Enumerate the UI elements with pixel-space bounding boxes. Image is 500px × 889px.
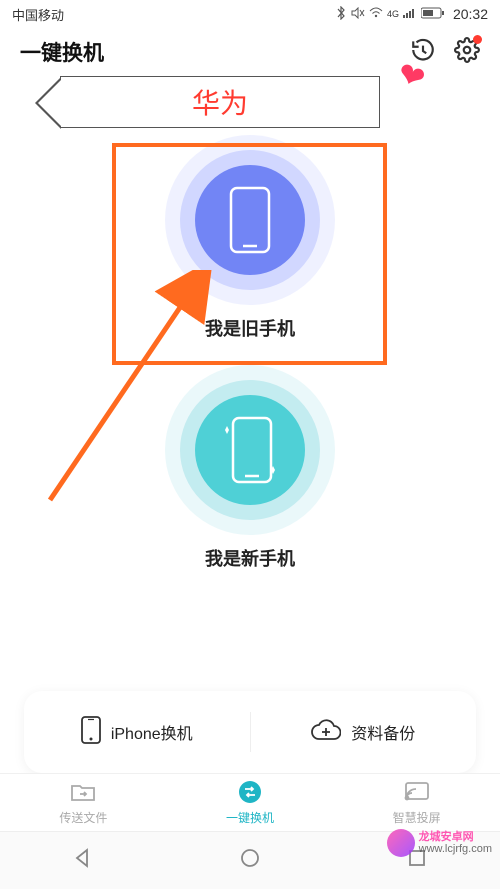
tab-bar: 传送文件 一键换机 智慧投屏	[0, 773, 500, 831]
callout-label: 华为	[192, 82, 248, 122]
new-phone-option[interactable]: 我是新手机	[165, 365, 335, 571]
iphone-transfer-button[interactable]: iPhone换机	[24, 691, 250, 773]
watermark: 龙城安卓网 www.lcjrfg.com	[387, 829, 492, 857]
old-phone-option[interactable]: 我是旧手机	[165, 135, 335, 341]
gear-icon	[454, 50, 480, 67]
old-phone-label: 我是旧手机	[205, 315, 295, 341]
status-icons: 4G 20:32	[335, 6, 488, 23]
annotation-callout: 华为	[60, 76, 380, 128]
folder-arrow-icon	[70, 780, 96, 807]
status-bar: 中国移动 4G 20:32	[0, 0, 500, 28]
watermark-logo	[387, 829, 415, 857]
new-phone-label: 我是新手机	[205, 545, 295, 571]
watermark-url: www.lcjrfg.com	[419, 843, 492, 855]
tab-phone-clone[interactable]: 一键换机	[167, 774, 334, 831]
page-title: 一键换机	[20, 37, 104, 67]
carrier-label: 中国移动	[12, 5, 64, 24]
notification-dot	[473, 35, 482, 44]
swap-icon	[237, 780, 263, 807]
tab-send-files[interactable]: 传送文件	[0, 774, 167, 831]
main-content: 我是旧手机 我是新手机	[0, 135, 500, 595]
backup-label: 资料备份	[351, 720, 415, 744]
tab-smart-cast[interactable]: 智慧投屏	[333, 774, 500, 831]
nav-home-icon[interactable]	[239, 847, 261, 874]
tab-clone-label: 一键换机	[226, 809, 274, 826]
bottom-actions-card: iPhone换机 资料备份	[24, 691, 476, 773]
watermark-name: 龙城安卓网	[419, 831, 492, 843]
bluetooth-icon	[335, 6, 347, 23]
iphone-icon	[81, 716, 101, 749]
phone-icon	[229, 186, 271, 254]
cloud-plus-icon	[311, 719, 341, 746]
iphone-transfer-label: iPhone换机	[111, 720, 193, 744]
tab-cast-label: 智慧投屏	[393, 809, 441, 826]
time-label: 20:32	[453, 6, 488, 22]
signal-icon	[403, 7, 417, 22]
cast-icon	[404, 780, 430, 807]
wifi-icon	[369, 7, 383, 22]
network-label: 4G	[387, 9, 399, 19]
tab-send-label: 传送文件	[59, 809, 107, 826]
phone-sparkle-icon	[225, 416, 275, 484]
battery-icon	[421, 7, 445, 22]
mute-icon	[351, 7, 365, 22]
settings-button[interactable]	[454, 37, 480, 68]
backup-button[interactable]: 资料备份	[251, 691, 477, 773]
nav-back-icon[interactable]	[72, 847, 94, 874]
